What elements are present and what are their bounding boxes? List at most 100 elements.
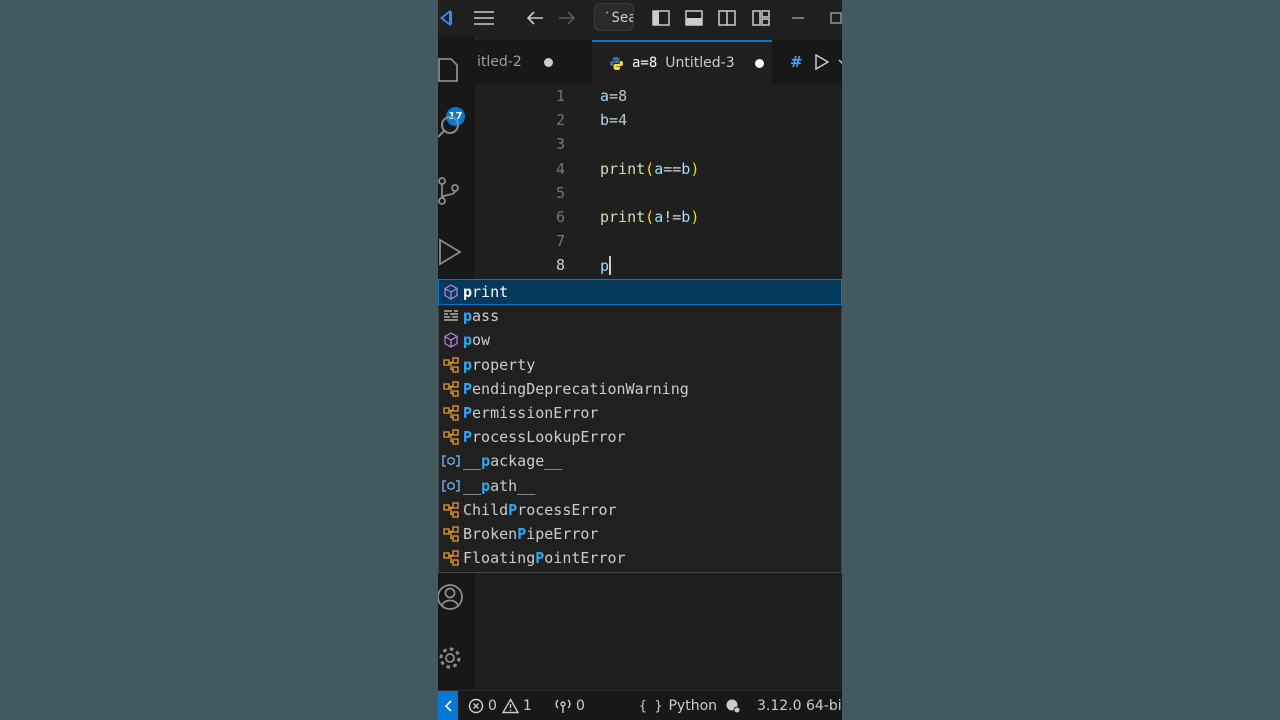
run-debug-icon[interactable]: [438, 234, 475, 270]
source-control-icon[interactable]: [438, 172, 475, 210]
suggestion-item[interactable]: BrokenPipeError: [439, 522, 841, 546]
suggestion-match-highlight: p: [463, 355, 473, 374]
python-settings-icon: [725, 698, 741, 714]
code-token: a: [600, 87, 610, 105]
line-number: 7: [555, 232, 565, 250]
suggestion-match-highlight: P: [535, 549, 545, 568]
code-token: b: [681, 208, 691, 226]
suggestion-widget: print pass pow property PendingDeprecationWa…: [438, 279, 842, 573]
suggestion-label: __path__: [463, 477, 535, 495]
title-bar: ′Sear: [438, 0, 842, 36]
search-icon[interactable]: [438, 108, 475, 146]
suggestion-label-rest: ermissionError: [472, 404, 599, 422]
method-cube-icon: [439, 328, 463, 352]
code-token: ): [690, 160, 700, 178]
class-icon: [439, 353, 463, 377]
error-icon: [468, 698, 484, 714]
manage-gear-icon[interactable]: [438, 640, 475, 676]
code-line-2: b=4: [600, 111, 627, 129]
suggestion-item[interactable]: property: [439, 353, 841, 377]
suggestion-label-rest: ass: [472, 307, 500, 326]
keyword-icon: [439, 304, 463, 328]
accounts-icon[interactable]: [438, 579, 475, 615]
line-number: 6: [555, 208, 565, 226]
suggestion-item[interactable]: pass: [439, 304, 841, 328]
class-icon: [439, 401, 463, 425]
code-token: b: [600, 111, 610, 129]
search-placeholder: Sear: [611, 10, 633, 26]
toggle-panel-icon[interactable]: [683, 0, 705, 36]
chevron-down-icon[interactable]: [838, 40, 842, 84]
code-token: a: [654, 208, 664, 226]
tab-untitled-2[interactable]: itled-2: [475, 40, 591, 84]
suggestion-item[interactable]: __path__: [439, 474, 841, 498]
ports-count: 0: [576, 698, 585, 714]
class-icon: [439, 377, 463, 401]
command-center-search[interactable]: ′Sear: [594, 3, 634, 31]
suggestion-item[interactable]: print: [438, 279, 842, 305]
suggestion-match-highlight: p: [463, 307, 473, 326]
minimize-icon[interactable]: [788, 0, 808, 36]
suggestion-label-prefix: Child: [463, 500, 509, 519]
explorer-icon[interactable]: [438, 52, 475, 86]
code-token: (: [645, 208, 655, 226]
tab-label: a=8: [632, 55, 658, 71]
suggestion-match-highlight: P: [463, 404, 473, 422]
back-arrow-icon[interactable]: [524, 0, 546, 36]
unsaved-dot-icon[interactable]: [543, 57, 553, 67]
python-interpreter[interactable]: 3.12.0 64-bit: [757, 691, 842, 720]
code-token: print: [600, 160, 646, 178]
suggestion-match-highlight: P: [463, 428, 473, 447]
suggestion-label-rest: ow: [472, 331, 491, 350]
code-token: =: [609, 87, 619, 105]
class-icon: [439, 425, 463, 449]
suggestion-label-rest: ointError: [544, 549, 626, 568]
suggestion-match-highlight: P: [508, 500, 518, 519]
toggle-secondary-sidebar-icon[interactable]: [716, 0, 738, 36]
customize-layout-icon[interactable]: [750, 0, 772, 36]
unsaved-dot-icon[interactable]: [754, 58, 764, 68]
hash-action[interactable]: #: [790, 40, 806, 84]
class-icon: [439, 546, 463, 570]
variable-icon: [439, 449, 463, 473]
line-number: 1: [555, 87, 565, 105]
suggestion-label: __package__: [463, 452, 562, 470]
vscode-window: ′Sear 1 7: [438, 0, 842, 720]
maximize-icon[interactable]: [830, 0, 842, 36]
suggestion-label: pow: [463, 331, 490, 349]
menu-icon[interactable]: [472, 0, 496, 36]
code-token: 4: [618, 111, 628, 129]
broadcast-icon: [554, 698, 572, 714]
status-bar: 0 1 0 { } Python 3.12.0 64-bit: [438, 690, 842, 720]
ports-indicator[interactable]: 0: [554, 691, 585, 720]
toggle-primary-sidebar-icon[interactable]: [650, 0, 672, 36]
code-token: ==: [663, 160, 682, 178]
braces-icon: { }: [639, 698, 663, 714]
suggestion-label-rest: rint: [472, 283, 509, 301]
run-icon[interactable]: [815, 40, 833, 84]
remote-indicator-icon[interactable]: [438, 691, 458, 720]
method-cube-icon: [439, 280, 463, 304]
suggestion-item[interactable]: pow: [439, 328, 841, 352]
code-token: print: [600, 208, 646, 226]
suggestion-match-highlight: P: [463, 379, 473, 398]
suggestion-label-prefix: Floating: [463, 549, 536, 568]
suggestion-label: pass: [463, 307, 499, 325]
suggestion-item[interactable]: ProcessLookupError: [439, 425, 841, 449]
code-token: b: [681, 160, 691, 178]
suggestion-item[interactable]: PermissionError: [439, 401, 841, 425]
suggestion-label-rest: ath__: [490, 476, 536, 495]
code-line-1: a=8: [600, 87, 627, 105]
problems-indicator[interactable]: 0 1: [468, 691, 532, 720]
suggestion-label: ProcessLookupError: [463, 428, 626, 446]
warning-count: 1: [522, 698, 532, 714]
suggestion-item[interactable]: FloatingPointError: [439, 546, 841, 570]
forward-arrow-icon[interactable]: [556, 0, 578, 36]
suggestion-label-prefix: __: [463, 452, 482, 471]
suggestion-item[interactable]: ChildProcessError: [439, 498, 841, 522]
suggestion-item[interactable]: __package__: [439, 449, 841, 473]
tab-untitled-3[interactable]: a=8 Untitled-3: [592, 40, 772, 84]
suggestion-item[interactable]: PendingDeprecationWarning: [439, 377, 841, 401]
language-mode[interactable]: { } Python: [639, 691, 741, 720]
class-icon: [439, 522, 463, 546]
